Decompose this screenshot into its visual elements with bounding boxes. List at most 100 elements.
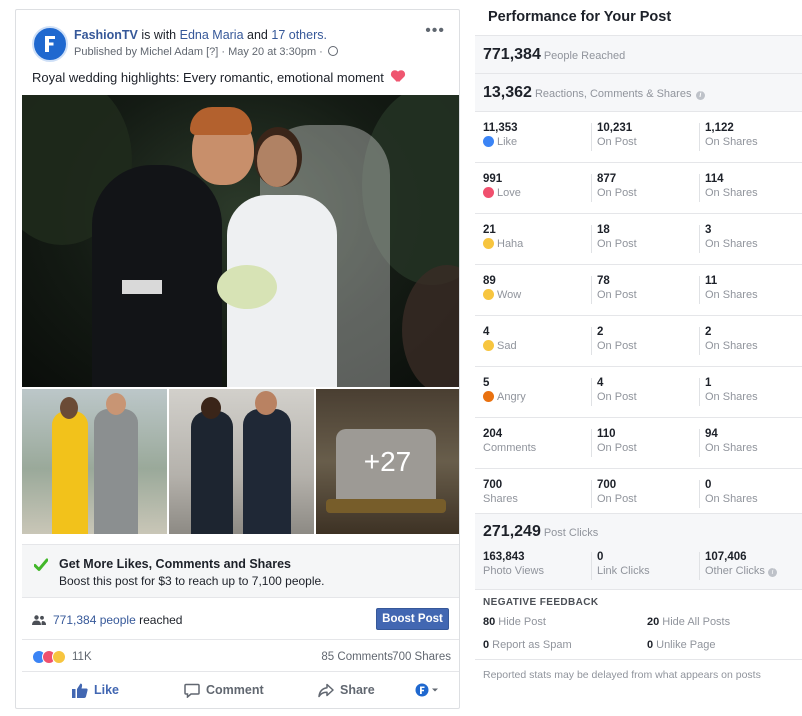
stat-label-text: Haha <box>497 238 524 250</box>
hide-post-value: 80 <box>483 616 496 628</box>
divider <box>591 480 592 508</box>
hide-all-posts-label: Hide All Posts <box>662 616 731 628</box>
stat-row-wow: 89 Wow 78 On Post 11 On Shares <box>475 264 802 315</box>
hide-post-stat: 80 Hide Post <box>483 616 546 628</box>
main-photo[interactable] <box>22 95 459 387</box>
negative-feedback-title: NEGATIVE FEEDBACK <box>483 597 599 608</box>
stat-on-shares: 1,122 On Shares <box>705 122 758 148</box>
divider <box>699 480 700 508</box>
globe-icon[interactable] <box>327 46 338 56</box>
stat-total-value: 11,353 <box>483 122 518 134</box>
others-link[interactable]: 17 others. <box>271 28 327 42</box>
more-photos-count[interactable]: +27 <box>316 389 459 534</box>
stat-on-shares-value: 114 <box>705 173 724 185</box>
photo-person-head <box>60 397 78 419</box>
with-text: is with <box>141 28 177 42</box>
stat-on-post: 700 On Post <box>597 479 637 505</box>
negative-feedback-block: NEGATIVE FEEDBACK 80 Hide Post 20 Hide All… <box>475 589 802 659</box>
shares-count-link[interactable]: 700 Shares <box>392 651 451 663</box>
people-reached: 771,384 People Reached <box>483 46 625 64</box>
photo-views-label: Photo Views <box>483 565 544 577</box>
photo-thumb-1[interactable] <box>22 389 167 534</box>
stat-total-label: Shares <box>483 493 518 505</box>
fashiontv-logo[interactable] <box>32 26 68 62</box>
stat-on-post-label: On Post <box>597 442 637 454</box>
stat-on-shares-label: On Shares <box>705 289 758 301</box>
other-clicks-label-text: Other Clicks <box>705 565 765 577</box>
sad-icon <box>483 340 494 351</box>
angry-icon <box>483 391 494 402</box>
reaction-summary-row: 11K 85 Comments 700 Shares <box>22 642 459 672</box>
reach-count-link[interactable]: 771,384 people <box>53 613 136 627</box>
stat-row-angry: 5 Angry 4 On Post 1 On Shares <box>475 366 802 417</box>
wow-icon <box>483 289 494 300</box>
stat-total-value: 21 <box>483 224 496 236</box>
people-icon <box>32 615 46 625</box>
stat-on-post-value: 4 <box>597 377 604 389</box>
unlike-page-stat: 0 Unlike Page <box>647 639 715 651</box>
stat-total-value: 700 <box>483 479 503 491</box>
more-options-icon[interactable]: ••• <box>425 23 445 39</box>
love-icon <box>483 187 494 198</box>
people-reached-label: People Reached <box>543 50 626 62</box>
comments-count-link[interactable]: 85 Comments <box>321 651 393 663</box>
boost-post-button[interactable]: Boost Post <box>376 608 449 630</box>
photo-thumb-2[interactable] <box>169 389 314 534</box>
info-icon[interactable]: i <box>695 91 705 100</box>
stat-label-text: Sad <box>497 340 517 352</box>
engagements: 13,362 Reactions, Comments & Shares i <box>483 84 705 102</box>
stat-on-shares-label: On Shares <box>705 340 758 352</box>
wow-reaction-icon[interactable] <box>52 650 66 664</box>
photo-navy-outfit <box>191 411 233 534</box>
link-clicks-label: Link Clicks <box>597 565 650 577</box>
photo-thumb-3[interactable]: +27 <box>316 389 459 534</box>
photo-groom-hair <box>190 107 252 135</box>
stat-total-label: Comments <box>483 442 537 454</box>
hide-all-posts-value: 20 <box>647 616 660 628</box>
page-name-link[interactable]: FashionTV <box>74 28 138 42</box>
stat-row-love: 991 Love 877 On Post 114 On Shares <box>475 162 802 213</box>
share-button[interactable]: Share <box>318 680 375 700</box>
comment-button-label: Comment <box>206 683 264 697</box>
stat-on-shares-value: 3 <box>705 224 712 236</box>
stat-on-post-value: 18 <box>597 224 610 236</box>
published-info: Published by Michel Adam [?] · May 20 at… <box>74 46 338 58</box>
page-avatar-dropdown-icon <box>415 683 438 697</box>
hide-post-label: Hide Post <box>498 616 546 628</box>
comment-button[interactable]: Comment <box>184 680 264 700</box>
stat-on-post: 10,231 On Post <box>597 122 637 148</box>
audience-selector[interactable] <box>415 680 445 700</box>
stat-total: 991 Love <box>483 173 521 199</box>
stat-total: 5 Angry <box>483 377 526 403</box>
stat-total-label: Angry <box>483 391 526 403</box>
stats-disclaimer: Reported stats may be delayed from what … <box>475 659 802 695</box>
stat-on-post-label: On Post <box>597 391 637 403</box>
reaction-count[interactable]: 11K <box>72 651 92 663</box>
post-clicks: 271,249 Post Clicks <box>483 523 598 541</box>
hide-all-posts-stat: 20 Hide All Posts <box>647 616 730 628</box>
and-text: and <box>247 28 268 42</box>
stat-on-post-value: 78 <box>597 275 610 287</box>
comment-icon <box>184 683 200 698</box>
divider <box>699 552 700 580</box>
stat-on-post: 4 On Post <box>597 377 637 403</box>
stat-on-shares-label: On Shares <box>705 391 758 403</box>
stat-on-post-label: On Post <box>597 136 637 148</box>
tagged-person-link[interactable]: Edna Maria <box>180 28 244 42</box>
link-clicks-value: 0 <box>597 551 604 563</box>
info-icon[interactable]: i <box>767 568 777 577</box>
stat-on-shares: 0 On Shares <box>705 479 758 505</box>
disclaimer-text: Reported stats may be delayed from what … <box>483 669 761 681</box>
photo-grey-suit <box>94 409 138 534</box>
post-text: Royal wedding highlights: Every romantic… <box>32 70 405 85</box>
stat-on-post: 2 On Post <box>597 326 637 352</box>
stat-on-shares-label: On Shares <box>705 136 758 148</box>
stat-total-value: 89 <box>483 275 496 287</box>
photo-person-head <box>201 397 221 419</box>
post-text-content: Royal wedding highlights: Every romantic… <box>32 70 384 85</box>
like-button[interactable]: Like <box>72 680 119 700</box>
boost-promo: Get More Likes, Comments and Shares Boos… <box>22 544 459 598</box>
link-clicks: 0 Link Clicks <box>597 551 650 577</box>
stat-on-post: 78 On Post <box>597 275 637 301</box>
photo-views: 163,843 Photo Views <box>483 551 544 577</box>
